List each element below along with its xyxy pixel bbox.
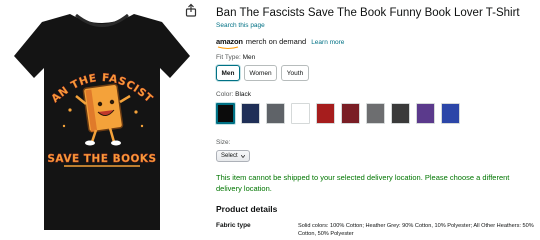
product-details-heading: Product details (216, 204, 278, 214)
tshirt-image: BAN THE FASCISTS SAVE THE BOOKS (12, 6, 190, 230)
size-label: Size: (216, 139, 231, 146)
size-select-value: Select (221, 153, 238, 159)
color-swatch[interactable] (216, 103, 235, 124)
color-swatch[interactable] (266, 103, 285, 124)
color-swatch[interactable] (391, 103, 410, 124)
fit-type-options: Men Women Youth (216, 65, 309, 81)
color-swatch[interactable] (441, 103, 460, 124)
delivery-warning: This item cannot be shipped to your sele… (216, 173, 510, 193)
shirt-bottom-text: SAVE THE BOOKS (47, 153, 156, 165)
amazon-smile-icon (217, 46, 239, 49)
amazon-logo: amazon (216, 37, 243, 46)
color-swatch[interactable] (341, 103, 360, 124)
fit-type-label: Fit Type: Men (216, 54, 256, 61)
color-label: Color: Black (216, 91, 252, 98)
search-this-page-link[interactable]: Search this page (216, 22, 265, 29)
fit-option-women[interactable]: Women (244, 65, 277, 81)
color-swatch[interactable] (316, 103, 335, 124)
fabric-type-value: Solid colors: 100% Cotton; Heather Grey:… (298, 223, 534, 237)
merch-on-demand-label: merch on demand (245, 37, 307, 46)
merch-on-demand-row: amazon merch on demand Learn more (216, 37, 344, 49)
chevron-down-icon (241, 155, 245, 158)
size-select[interactable]: Select (216, 150, 250, 162)
product-details-panel: Ban The Fascists Save The Book Funny Boo… (216, 0, 538, 240)
color-swatch[interactable] (366, 103, 385, 124)
color-swatch[interactable] (291, 103, 310, 124)
color-swatch[interactable] (241, 103, 260, 124)
color-swatch[interactable] (416, 103, 435, 124)
fabric-type-label: Fabric type (216, 222, 251, 229)
fit-option-youth[interactable]: Youth (281, 65, 309, 81)
product-image[interactable]: BAN THE FASCISTS SAVE THE BOOKS (0, 0, 205, 240)
learn-more-link[interactable]: Learn more (311, 39, 344, 46)
product-title: Ban The Fascists Save The Book Funny Boo… (216, 7, 520, 19)
fit-option-men[interactable]: Men (216, 65, 240, 81)
color-swatches (216, 103, 460, 124)
